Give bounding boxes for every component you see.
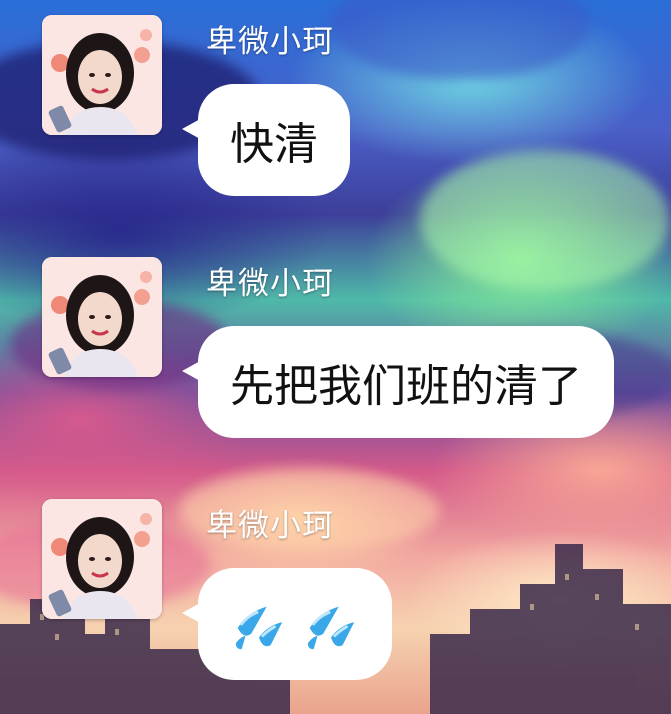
- sender-name: 卑微小珂: [206, 24, 334, 60]
- message-text: 先把我们班的清了: [230, 361, 582, 412]
- sender-name: 卑微小珂: [206, 508, 334, 544]
- avatar-portrait-icon: [42, 257, 162, 377]
- avatar[interactable]: [42, 499, 162, 619]
- sweat-droplets-icon: [235, 606, 283, 650]
- message-bubble[interactable]: [182, 568, 392, 680]
- avatar[interactable]: [42, 15, 162, 135]
- message-bubble[interactable]: 快清: [182, 84, 350, 196]
- emoji-row: [230, 595, 360, 653]
- avatar-portrait-icon: [42, 15, 162, 135]
- sender-name: 卑微小珂: [206, 266, 334, 302]
- message-text: 快清: [230, 119, 318, 170]
- message-bubble[interactable]: 先把我们班的清了: [182, 326, 614, 438]
- avatar[interactable]: [42, 257, 162, 377]
- sweat-droplets-icon: [307, 606, 355, 650]
- avatar-portrait-icon: [42, 499, 162, 619]
